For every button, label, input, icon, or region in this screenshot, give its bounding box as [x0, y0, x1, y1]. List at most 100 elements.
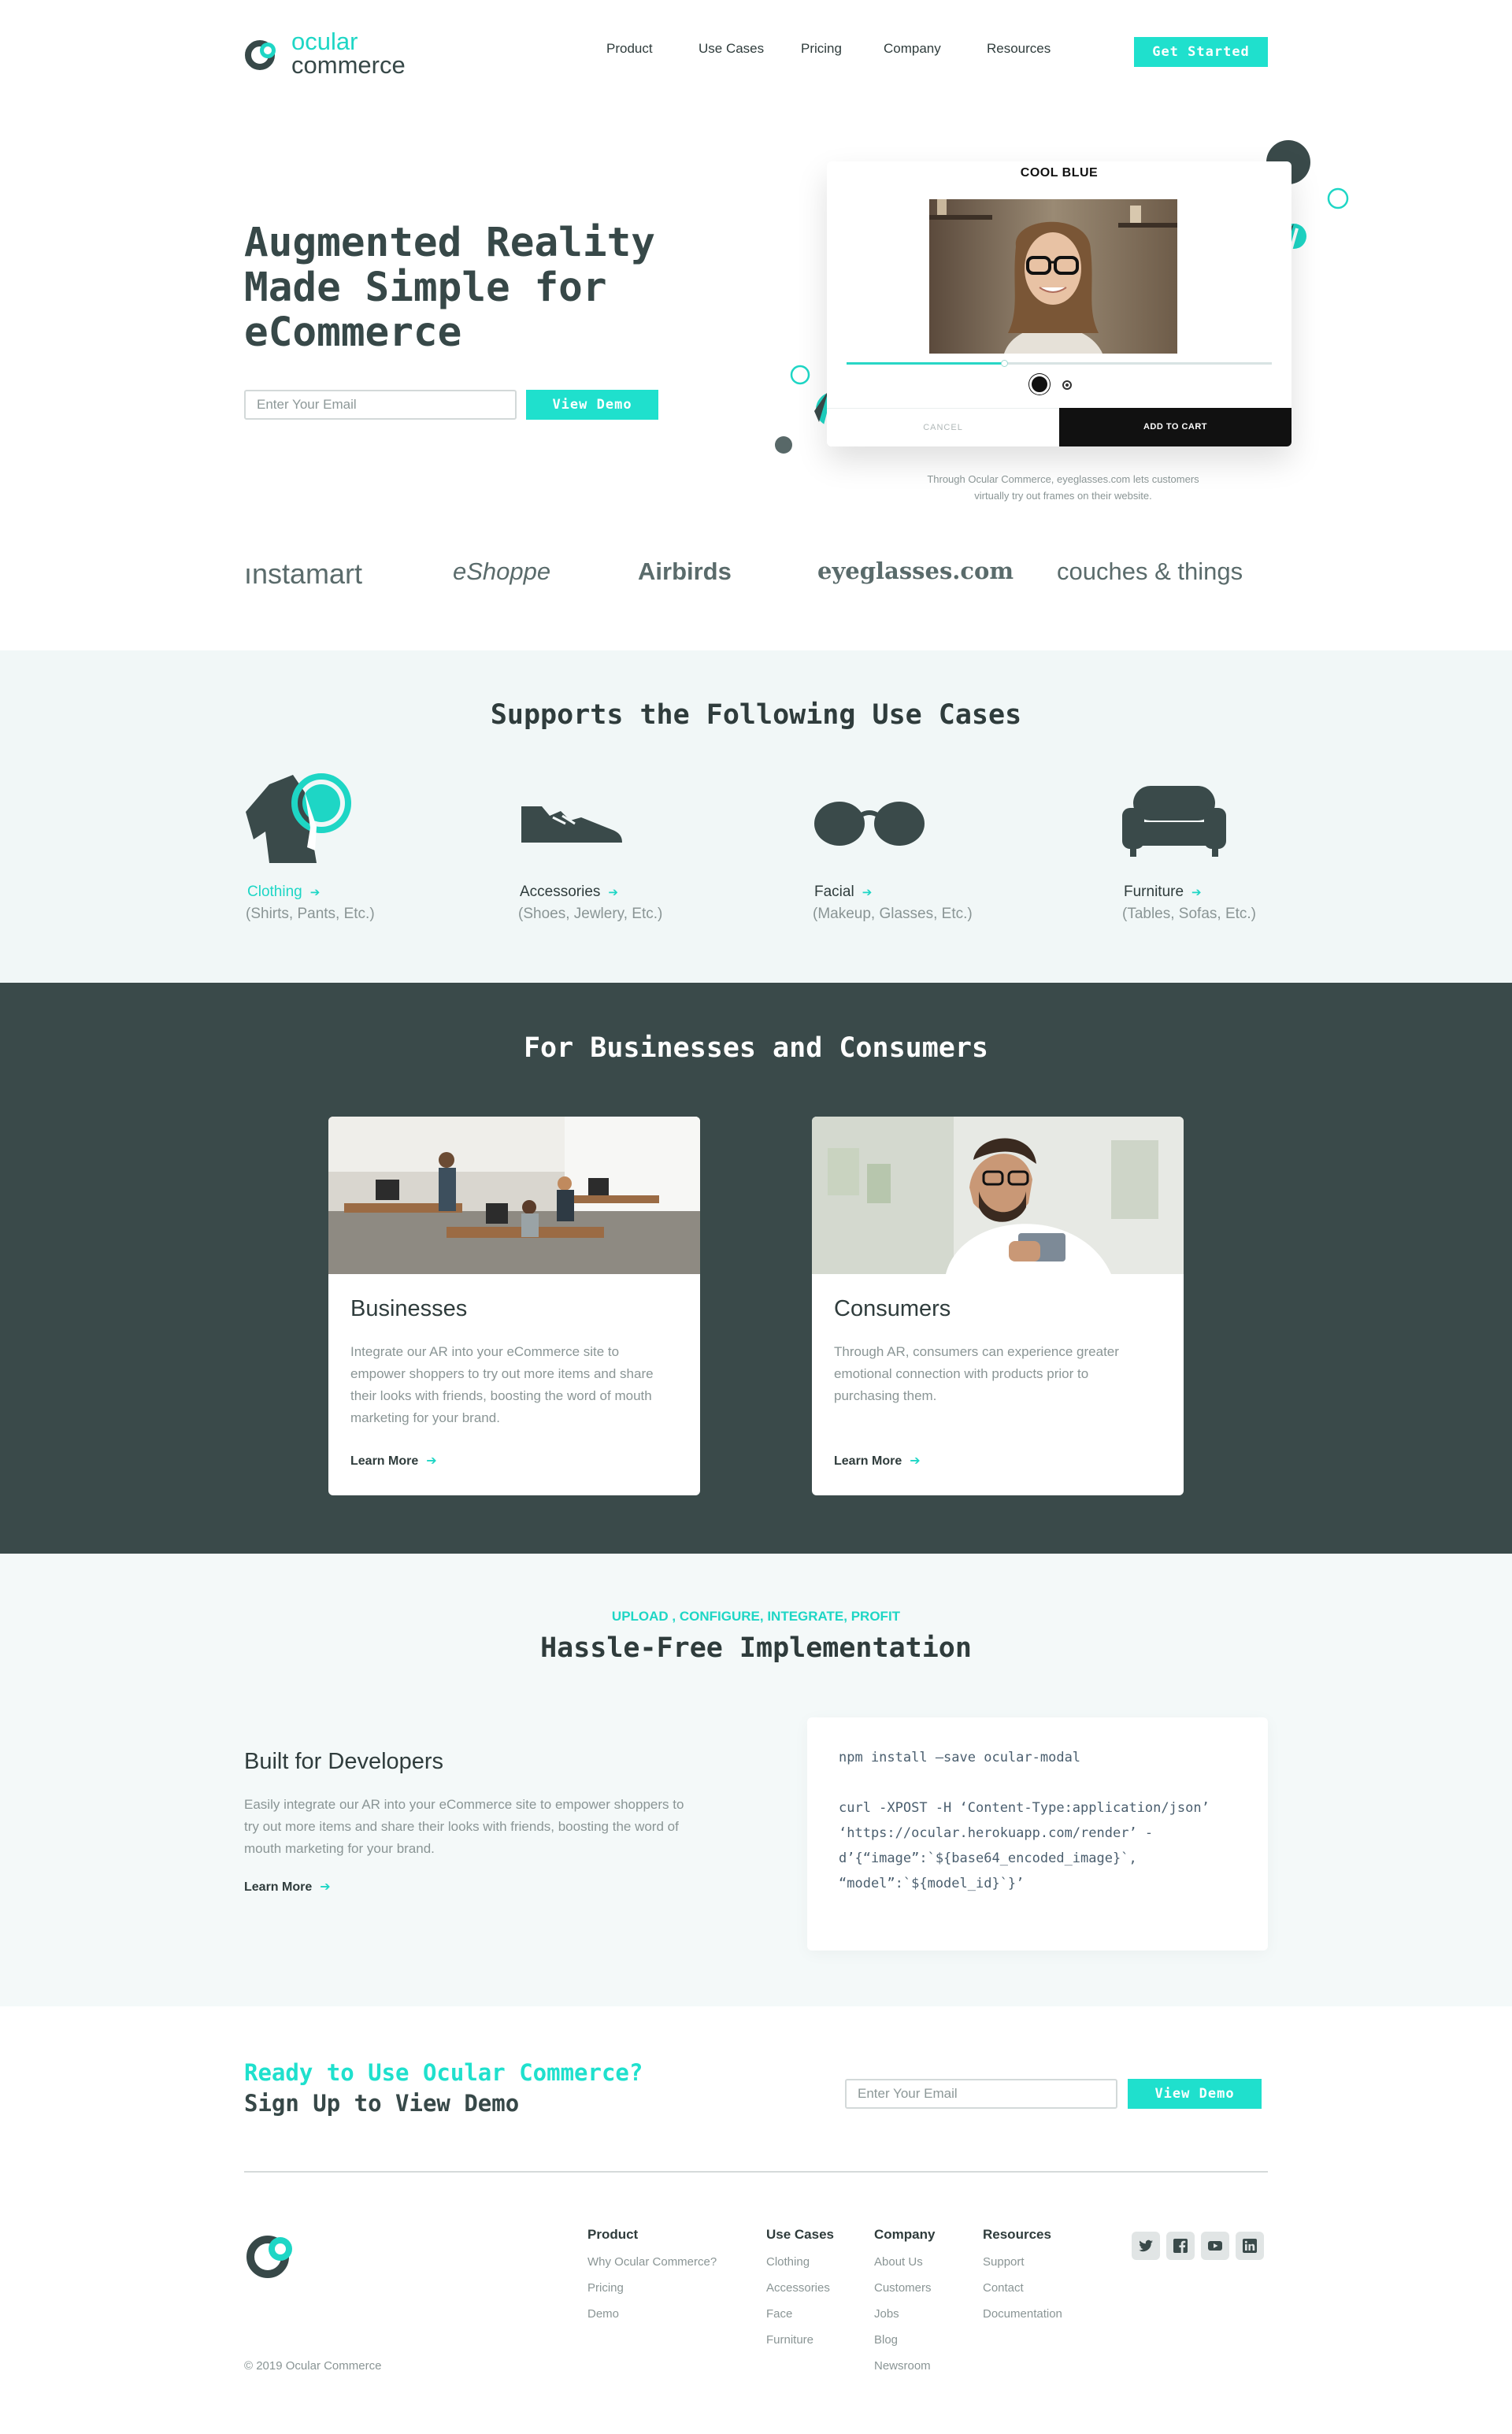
- businesses-heading: Businesses: [350, 1296, 468, 1321]
- footer-link[interactable]: Customers: [874, 2275, 935, 2301]
- ar-cancel-button[interactable]: CANCEL: [827, 408, 1059, 446]
- footer-link[interactable]: Newsroom: [874, 2353, 935, 2379]
- consumers-body: Through AR, consumers can experience gre…: [834, 1344, 1119, 1403]
- cta-view-demo-button[interactable]: View Demo: [1128, 2079, 1262, 2109]
- footer-column-resources: Resources Support Contact Documentation: [983, 2227, 1062, 2327]
- businesses-learn-more-link[interactable]: Learn More ➔: [350, 1453, 437, 1469]
- brand-instamart: ınstamart: [244, 558, 363, 590]
- implementation-section: UPLOAD , CONFIGURE, INTEGRATE, PROFIT Ha…: [0, 1554, 1512, 2006]
- youtube-button[interactable]: [1201, 2232, 1229, 2260]
- footer-link[interactable]: Demo: [587, 2301, 717, 2327]
- footer-column-company: Company About Us Customers Jobs Blog New…: [874, 2227, 935, 2379]
- arrow-right-icon: ➔: [320, 1880, 331, 1894]
- decor-ring-icon: [1327, 187, 1349, 209]
- audience-section: For Businesses and Consumers Businesses …: [0, 983, 1512, 1554]
- copyright-text: © 2019 Ocular Commerce: [244, 2359, 382, 2373]
- color-swatch-alt[interactable]: [1062, 380, 1072, 390]
- nav-pricing[interactable]: Pricing: [801, 41, 842, 57]
- nav-resources[interactable]: Resources: [987, 41, 1051, 57]
- brand-couches-and-things: couches & things: [1057, 558, 1243, 585]
- footer-link[interactable]: Blog: [874, 2327, 935, 2353]
- consumer-photo: [812, 1117, 1184, 1274]
- man-shopping-image: [812, 1117, 1184, 1274]
- cta-headline: Ready to Use Ocular Commerce?: [244, 2059, 643, 2086]
- consumers-heading: Consumers: [834, 1296, 951, 1321]
- facebook-button[interactable]: [1166, 2232, 1195, 2260]
- office-photo: [328, 1117, 700, 1274]
- clothing-icon: [246, 773, 351, 863]
- facebook-icon: [1173, 2239, 1188, 2253]
- footer-link[interactable]: Pricing: [587, 2275, 717, 2301]
- developers-body: Easily integrate our AR into your eComme…: [244, 1797, 684, 1856]
- footer-logo-icon[interactable]: [244, 2230, 301, 2279]
- footer-link[interactable]: Furniture: [766, 2327, 834, 2353]
- decor-ring-small-icon: [790, 365, 810, 385]
- sofa-icon: [1122, 786, 1226, 857]
- linkedin-button[interactable]: [1236, 2232, 1264, 2260]
- code-line: ‘https://ocular.herokuapp.com/render’ -: [839, 1825, 1154, 1841]
- logo-text-commerce: commerce: [291, 51, 406, 79]
- logo-text-ocular: ocular: [291, 28, 358, 55]
- footer-link[interactable]: Face: [766, 2301, 834, 2327]
- hero-view-demo-button[interactable]: View Demo: [526, 390, 658, 420]
- use-cases-title: Supports the Following Use Cases: [490, 699, 1022, 731]
- footer-link[interactable]: Clothing: [766, 2249, 834, 2275]
- youtube-icon: [1208, 2241, 1222, 2251]
- nav-use-cases[interactable]: Use Cases: [699, 41, 764, 57]
- ar-model-photo: [929, 199, 1177, 354]
- use-cases-section: Supports the Following Use Cases Clothin…: [0, 650, 1512, 983]
- linkedin-icon: [1243, 2239, 1257, 2253]
- footer-link[interactable]: Jobs: [874, 2301, 935, 2327]
- arrow-right-icon: ➔: [910, 1454, 921, 1468]
- ar-product-title: COOL BLUE: [1020, 166, 1099, 180]
- nav-company[interactable]: Company: [884, 41, 941, 57]
- site-header: ocular commerce Product Use Cases Pricin…: [0, 0, 1512, 102]
- footer-column-product: Product Why Ocular Commerce? Pricing Dem…: [587, 2227, 717, 2327]
- get-started-button[interactable]: Get Started: [1134, 37, 1268, 67]
- footer-link[interactable]: Accessories: [766, 2275, 834, 2301]
- consumers-learn-more-link[interactable]: Learn More ➔: [834, 1453, 921, 1469]
- cta-email-input[interactable]: [845, 2079, 1117, 2109]
- developers-heading: Built for Developers: [244, 1749, 444, 1774]
- decor-dot-icon: [775, 436, 792, 454]
- shoe-icon: [521, 806, 622, 843]
- footer-link[interactable]: Contact: [983, 2275, 1062, 2301]
- brand-airbirds: Airbirds: [638, 558, 732, 585]
- ar-try-on-widget: COOL BLUE CANCEL ADD TO CART: [827, 161, 1292, 446]
- brand-eshoppe: eShoppe: [453, 558, 551, 585]
- footer-divider: [244, 2171, 1268, 2173]
- arrow-right-icon: ➔: [309, 886, 321, 899]
- developers-learn-more-link[interactable]: Learn More ➔: [244, 1879, 331, 1895]
- arrow-right-icon: ➔: [608, 886, 618, 899]
- arrow-right-icon: ➔: [1191, 886, 1202, 899]
- consumers-card: Consumers Through AR, consumers can expe…: [812, 1117, 1184, 1495]
- ar-frame-slider[interactable]: [847, 360, 1272, 367]
- audience-title: For Businesses and Consumers: [523, 1032, 988, 1064]
- code-snippet: npm install —save ocular-modal curl -XPO…: [807, 1717, 1268, 1951]
- footer-link[interactable]: Support: [983, 2249, 1062, 2275]
- twitter-icon: [1139, 2240, 1153, 2252]
- customer-logos: ınstamart eShoppe Airbirds eyeglasses.co…: [0, 551, 1512, 598]
- arrow-right-icon: ➔: [426, 1454, 437, 1468]
- code-line: npm install —save ocular-modal: [839, 1750, 1081, 1765]
- logo-mark-icon: [245, 40, 276, 70]
- implementation-eyebrow: UPLOAD , CONFIGURE, INTEGRATE, PROFIT: [611, 1609, 901, 1624]
- ar-add-to-cart-button[interactable]: ADD TO CART: [1059, 408, 1292, 446]
- slider-handle[interactable]: [1001, 360, 1008, 367]
- nav-product[interactable]: Product: [606, 41, 653, 57]
- code-line: d’{“image”:`${base64_encoded_image}`,: [839, 1851, 1137, 1866]
- brand-logo[interactable]: ocular commerce: [244, 28, 433, 79]
- hero-email-input[interactable]: [244, 390, 517, 420]
- footer-link[interactable]: Why Ocular Commerce?: [587, 2249, 717, 2275]
- footer-link[interactable]: Documentation: [983, 2301, 1062, 2327]
- brand-eyeglasses: eyeglasses.com: [817, 558, 1014, 584]
- footer-link[interactable]: About Us: [874, 2249, 935, 2275]
- twitter-button[interactable]: [1132, 2232, 1160, 2260]
- color-swatch-black[interactable]: [1029, 374, 1050, 395]
- implementation-title: Hassle-Free Implementation: [540, 1632, 972, 1664]
- businesses-body: Integrate our AR into your eCommerce sit…: [350, 1344, 654, 1425]
- cta-subheadline: Sign Up to View Demo: [244, 2090, 520, 2117]
- glasses-icon: [814, 802, 925, 846]
- ar-caption: Through Ocular Commerce, eyeglasses.com …: [927, 473, 1199, 502]
- code-line: curl -XPOST -H ‘Content-Type:application…: [839, 1800, 1210, 1816]
